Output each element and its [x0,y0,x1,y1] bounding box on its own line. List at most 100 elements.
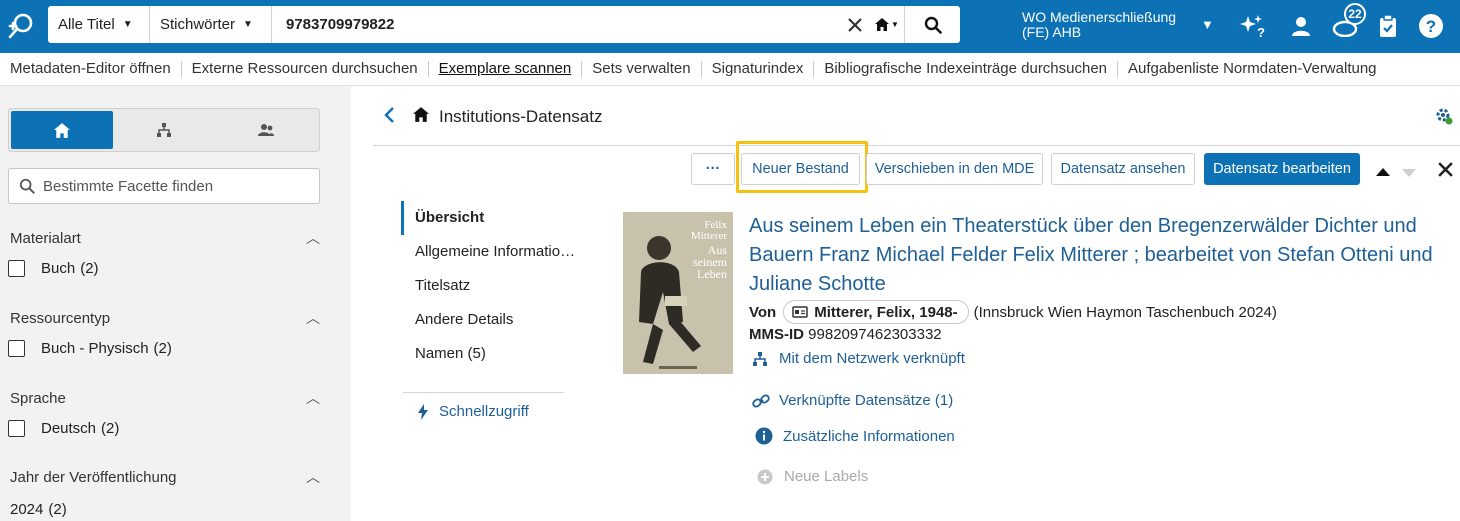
facet-sidebar: Bestimmte Facette finden Materialart ︿ B… [0,86,351,521]
author-line: Von Mitterer, Felix, 1948- (Innsbruck Wi… [749,300,1277,324]
search-index-label: Stichwörter [160,16,236,33]
lightning-icon [418,403,428,420]
facet-option-label: Buch [41,260,76,277]
search-home-dropdown[interactable]: ▼ [870,6,904,43]
back-arrow-icon[interactable] [383,106,395,130]
checkbox[interactable] [8,420,25,437]
quick-links-bar: Metadaten-Editor öffnen Externe Ressourc… [0,53,1460,86]
facet-title-jahr[interactable]: Jahr der Veröffentlichung [10,469,177,486]
record-title-link[interactable]: Aus seinem Leben ein Theaterstück über d… [749,212,1439,299]
people-view-button[interactable] [215,111,317,149]
additional-info-label: Zusätzliche Informationen [783,427,955,445]
nav-metadata-editor[interactable]: Metadaten-Editor öffnen [0,61,182,77]
sparkle-help-icon[interactable]: ? [1239,12,1267,40]
hierarchy-icon [157,123,171,137]
clear-search-icon[interactable] [840,6,870,43]
search-bar: Alle Titel ▼ Stichwörter ▼ ▼ [48,6,960,43]
nav-bib-index-search[interactable]: Bibliografische Indexeinträge durchsuche… [814,61,1119,77]
facet-option-deutsch[interactable]: Deutsch (2) [8,420,119,437]
caret-down-icon: ▼ [122,19,133,30]
record-header: Institutions-Datensatz [373,86,1460,146]
by-label: Von [749,303,777,321]
subnav-other-details[interactable]: Andere Details [415,311,513,328]
alma-logo-icon[interactable] [6,12,36,40]
facet-title-materialart[interactable]: Materialart [10,230,81,247]
previous-record-icon[interactable] [1375,164,1391,182]
svg-text:?: ? [1257,25,1265,39]
linked-records-link[interactable]: Verknüpfte Datensätze (1) [752,392,953,409]
institution-name: WO Medienerschließung [1022,9,1177,25]
quick-access-link[interactable]: Schnellzugriff [417,403,529,420]
subnav-general-info[interactable]: Allgemeine Informatio… [415,243,575,260]
search-index-dropdown[interactable]: Stichwörter ▼ [150,6,272,43]
chevron-up-icon[interactable]: ︿ [306,467,320,487]
caret-down-icon[interactable]: ▼ [1201,17,1214,32]
info-icon [755,427,773,445]
institution-unit: (FE) AHB [1022,24,1082,40]
notification-count-badge: 22 [1344,3,1366,25]
close-icon[interactable] [1437,161,1454,183]
quick-access-label: Schnellzugriff [439,403,529,420]
mms-id-value: 9982097462303332 [808,326,942,343]
plus-circle-icon [757,469,773,484]
nav-authority-task-list[interactable]: Aufgabenliste Normdaten-Verwaltung [1118,61,1386,77]
book-cover-image: Felix Mitterer Aus seinem Leben [623,212,733,374]
search-icon [19,178,35,194]
search-input[interactable] [272,6,840,43]
search-scope-dropdown[interactable]: Alle Titel ▼ [48,6,150,43]
people-icon [258,124,274,136]
hierarchy-view-button[interactable] [113,111,215,149]
search-scope-label: Alle Titel [58,16,115,33]
edit-record-button[interactable]: Datensatz bearbeiten [1204,153,1360,185]
facet-option-buch-physisch[interactable]: Buch - Physisch (2) [8,340,172,357]
facet-title-sprache[interactable]: Sprache [10,390,66,407]
home-icon [413,107,429,127]
page-title: Institutions-Datensatz [439,107,603,126]
next-record-icon[interactable] [1401,165,1417,183]
checkbox[interactable] [8,260,25,277]
nav-scan-items[interactable]: Exemplare scannen [429,61,583,77]
chevron-up-icon[interactable]: ︿ [306,228,320,248]
chevron-up-icon[interactable]: ︿ [306,388,320,408]
user-icon[interactable] [1287,12,1315,40]
nav-manage-sets[interactable]: Sets verwalten [582,61,702,77]
subnav-active-indicator [401,201,404,235]
nav-call-number-index[interactable]: Signaturindex [702,61,815,77]
subnav-names[interactable]: Namen (5) [415,345,486,362]
settings-gear-icon[interactable] [1435,107,1453,130]
subnav-title-record[interactable]: Titelsatz [415,277,470,294]
facet-option-count: (2) [48,501,67,518]
additional-info-link[interactable]: Zusätzliche Informationen [755,427,955,445]
chevron-up-icon[interactable]: ︿ [306,308,320,328]
checkbox[interactable] [8,340,25,357]
cover-title: Aus seinem Leben [693,243,727,281]
new-labels-button[interactable]: Neue Labels [757,468,868,485]
subnav-overview[interactable]: Übersicht [415,209,484,226]
facet-option-count: (2) [153,340,172,357]
author-chip[interactable]: Mitterer, Felix, 1948- [783,300,969,324]
facet-search-input[interactable]: Bestimmte Facette finden [8,168,320,204]
facet-option-2024[interactable]: 2024 (2) [10,501,67,518]
home-icon [875,18,890,31]
facet-option-label: 2024 [10,501,44,518]
move-to-mde-button[interactable]: Verschieben in den MDE [866,153,1043,185]
facet-title-ressourcentyp[interactable]: Ressourcentyp [10,310,110,327]
mms-id-line: MMS-ID 9982097462303332 [749,326,942,343]
caret-down-icon: ▼ [891,20,899,29]
search-button[interactable] [904,6,960,43]
more-actions-button[interactable]: ··· [691,153,735,185]
view-record-button[interactable]: Datensatz ansehen [1051,153,1195,185]
facet-option-label: Buch - Physisch [41,340,149,357]
facet-option-count: (2) [80,260,99,277]
task-list-icon[interactable] [1374,12,1402,40]
id-card-icon [792,306,808,318]
network-link[interactable]: Mit dem Netzwerk verknüpft [752,350,965,367]
linked-records-label: Verknüpfte Datensätze (1) [779,392,954,409]
help-icon[interactable]: ? [1417,12,1445,40]
facet-option-buch[interactable]: Buch (2) [8,260,99,277]
home-view-button[interactable] [11,111,113,149]
institution-switcher[interactable]: WO Medienerschließung (FE) AHB [1022,10,1176,40]
nav-external-resources[interactable]: Externe Ressourcen durchsuchen [182,61,429,77]
hierarchy-icon [753,351,767,366]
facet-search-placeholder: Bestimmte Facette finden [43,177,214,195]
